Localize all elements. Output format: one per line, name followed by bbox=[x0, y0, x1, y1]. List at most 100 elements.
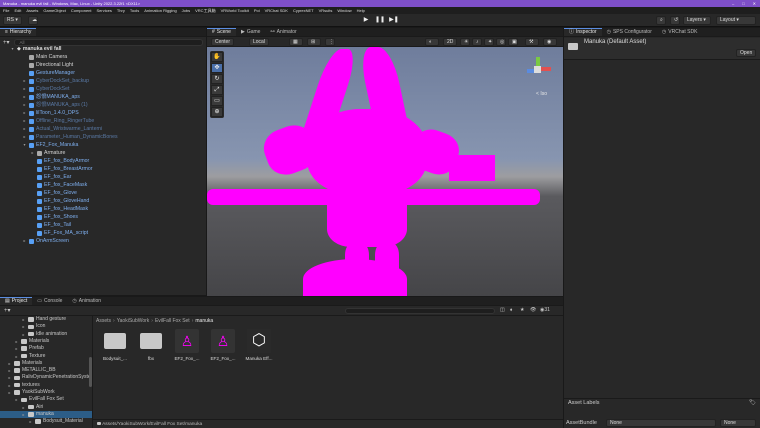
scene-viewport[interactable]: ✋ ✥ ↻ ⤢ ▭ ⊕ < Iso bbox=[207, 47, 563, 296]
tab-scene[interactable]: # Scene bbox=[207, 28, 236, 36]
play-icon[interactable]: ▶ bbox=[360, 16, 372, 25]
expand-arrow-icon[interactable]: ▾ bbox=[22, 141, 27, 149]
menu-item-10[interactable]: VRC工具箱 bbox=[195, 7, 215, 14]
scene-root[interactable]: ▾ ◆ manuka evil fall bbox=[10, 45, 61, 53]
project-search-input[interactable] bbox=[345, 308, 495, 314]
project-tree-item[interactable]: ▸ Airi bbox=[21, 404, 43, 411]
favorite-icon[interactable]: ★ bbox=[520, 307, 524, 313]
project-tree-item[interactable]: ▸ Bodysuit_Material bbox=[28, 418, 82, 425]
asset-item[interactable]: Bodysuit_... bbox=[96, 329, 134, 361]
account-dropdown[interactable]: RS ▾ bbox=[3, 16, 22, 25]
hierarchy-item[interactable]: EF_fox_BreastArmor bbox=[30, 165, 92, 173]
project-tree-item[interactable]: ▸ Materials bbox=[14, 338, 49, 345]
menu-item-6[interactable]: Thry bbox=[117, 7, 125, 14]
layers-dropdown[interactable]: Layers ▾ bbox=[683, 16, 711, 25]
effects-icon[interactable]: ✦ bbox=[484, 38, 494, 46]
maximize-icon[interactable]: □ bbox=[742, 0, 744, 7]
expand-arrow-icon[interactable]: ▸ bbox=[7, 360, 12, 367]
tab-hierarchy[interactable]: ≡ Hierarchy bbox=[0, 28, 37, 36]
cloud-icon[interactable]: ☁ bbox=[28, 16, 38, 25]
hidden-icon[interactable]: ◎ bbox=[496, 38, 506, 46]
expand-arrow-icon[interactable]: ▸ bbox=[22, 117, 27, 125]
2d-toggle[interactable]: 2D bbox=[443, 38, 458, 46]
asset-labels-section[interactable]: Asset Labels 🏷 bbox=[564, 398, 760, 408]
hierarchy-item[interactable]: EF_fox_Shoes bbox=[30, 213, 78, 221]
breadcrumb-item[interactable]: manuka bbox=[195, 317, 213, 325]
hierarchy-item[interactable]: ▸ CyberDockSet bbox=[22, 85, 69, 93]
pivot-dropdown[interactable]: Center bbox=[211, 38, 235, 46]
pause-icon[interactable]: ❚❚ bbox=[374, 16, 386, 25]
hierarchy-item[interactable]: ▸ CyberDockSet_backup bbox=[22, 77, 89, 85]
tab-console[interactable]: ▭ Console bbox=[32, 297, 67, 305]
rect-tool-icon[interactable]: ▭ bbox=[211, 96, 223, 106]
hierarchy-item[interactable]: EF_fox_FaceMask bbox=[30, 181, 87, 189]
add-asset-icon[interactable]: +▾ bbox=[4, 307, 11, 314]
orientation-gizmo[interactable] bbox=[523, 55, 553, 85]
expand-arrow-icon[interactable]: ▸ bbox=[7, 374, 12, 381]
hand-tool-icon[interactable]: ✋ bbox=[211, 52, 223, 62]
menu-item-12[interactable]: Poi bbox=[254, 7, 260, 14]
menu-item-2[interactable]: Assets bbox=[26, 7, 38, 14]
audio-icon[interactable]: ♪ bbox=[472, 38, 482, 46]
tab-game[interactable]: ▶ Game bbox=[236, 28, 265, 36]
hierarchy-item[interactable]: EF_fox_BodyArmor bbox=[30, 157, 89, 165]
menu-item-13[interactable]: VRChat SDK bbox=[265, 7, 288, 14]
breadcrumb-item[interactable]: YaokiSubWork bbox=[117, 317, 150, 325]
gizmos-icon[interactable]: ◉ bbox=[543, 38, 557, 46]
visibility-icon[interactable]: 👁 bbox=[530, 307, 536, 313]
transform-tool-icon[interactable]: ⊕ bbox=[211, 107, 223, 117]
project-tree-item[interactable]: ▸ RalivDynamicPenetrationSystem bbox=[7, 374, 92, 381]
hierarchy-item[interactable]: EF_Fox_MA_script bbox=[30, 229, 88, 237]
snap-icon[interactable]: ⊞ bbox=[307, 38, 321, 46]
expand-arrow-icon[interactable]: ▸ bbox=[21, 404, 26, 411]
expand-arrow-icon[interactable]: ▸ bbox=[14, 338, 19, 345]
expand-arrow-icon[interactable]: ▸ bbox=[21, 331, 26, 338]
hierarchy-item[interactable]: ▸ 怨恨MANUKA_aps bbox=[22, 93, 79, 101]
search-icon[interactable]: ⌕ bbox=[656, 16, 666, 25]
menu-item-4[interactable]: Component bbox=[71, 7, 92, 14]
hierarchy-item[interactable]: EF_fox_Ear bbox=[30, 173, 71, 181]
close-icon[interactable]: ✕ bbox=[753, 0, 756, 7]
hierarchy-item[interactable]: Directional Light bbox=[22, 61, 73, 69]
project-tree-item[interactable]: ▸ Materials bbox=[7, 360, 42, 367]
asset-item[interactable]: fbx bbox=[132, 329, 170, 361]
expand-arrow-icon[interactable]: ▸ bbox=[22, 133, 27, 141]
space-dropdown[interactable]: Local bbox=[249, 38, 269, 46]
menu-item-9[interactable]: Jobs bbox=[182, 7, 190, 14]
menu-item-11[interactable]: VRWorld Toolkit bbox=[221, 7, 249, 14]
project-tree-item[interactable]: ▸ Prefab bbox=[14, 345, 43, 352]
hierarchy-item[interactable]: EF_fox_GloveHand bbox=[30, 197, 89, 205]
expand-arrow-icon[interactable]: ▸ bbox=[28, 418, 33, 425]
expand-arrow-icon[interactable]: ▸ bbox=[7, 382, 12, 389]
move-tool-icon[interactable]: ✥ bbox=[211, 63, 223, 73]
filter-label-icon[interactable]: ⬧ bbox=[510, 307, 512, 313]
tab-inspector[interactable]: ⓘ Inspector bbox=[564, 28, 602, 36]
menu-item-1[interactable]: Edit bbox=[14, 7, 21, 14]
rotate-tool-icon[interactable]: ↻ bbox=[211, 74, 223, 84]
open-button[interactable]: Open bbox=[736, 49, 757, 57]
project-tree-item[interactable]: ▸ Idle animation bbox=[21, 331, 67, 338]
hierarchy-item[interactable]: Main Camera bbox=[22, 53, 67, 61]
expand-arrow-icon[interactable]: ▸ bbox=[22, 77, 27, 85]
expand-arrow-icon[interactable]: ▸ bbox=[14, 396, 19, 403]
layout-dropdown[interactable]: Layout ▾ bbox=[716, 16, 756, 25]
tab-sps-configurator[interactable]: ◷ SPS Configurator bbox=[602, 28, 657, 36]
tab-animation[interactable]: ◷ Animation bbox=[67, 297, 106, 305]
tab-project[interactable]: ▤ Project bbox=[0, 297, 33, 305]
menu-item-8[interactable]: Animation Rigging bbox=[144, 7, 176, 14]
expand-arrow-icon[interactable]: ▸ bbox=[21, 323, 26, 330]
minimize-icon[interactable]: – bbox=[732, 0, 734, 7]
expand-arrow-icon[interactable]: ▾ bbox=[10, 45, 15, 53]
menu-item-16[interactable]: Window bbox=[337, 7, 351, 14]
hierarchy-item[interactable]: ▸ lilToon_1.4.0_DPS bbox=[22, 109, 78, 117]
expand-arrow-icon[interactable]: ▸ bbox=[21, 411, 26, 418]
hierarchy-item[interactable]: ▸ Parameter_Human_DynamicBones bbox=[22, 133, 117, 141]
scale-tool-icon[interactable]: ⤢ bbox=[211, 85, 223, 95]
menu-item-17[interactable]: Help bbox=[357, 7, 365, 14]
project-tree-item[interactable]: ▸ YaokiSubWork bbox=[7, 389, 54, 396]
hierarchy-item[interactable]: ▸ OnArmScreen bbox=[22, 237, 68, 245]
project-tree-item[interactable]: ▸ Hand gesture bbox=[21, 316, 66, 323]
hierarchy-item[interactable]: GestureManager bbox=[22, 69, 75, 77]
tools-icon[interactable]: ⚒ bbox=[525, 38, 539, 46]
hierarchy-item[interactable]: ▸ Actual_Wristwarme_Lanterni bbox=[22, 125, 102, 133]
